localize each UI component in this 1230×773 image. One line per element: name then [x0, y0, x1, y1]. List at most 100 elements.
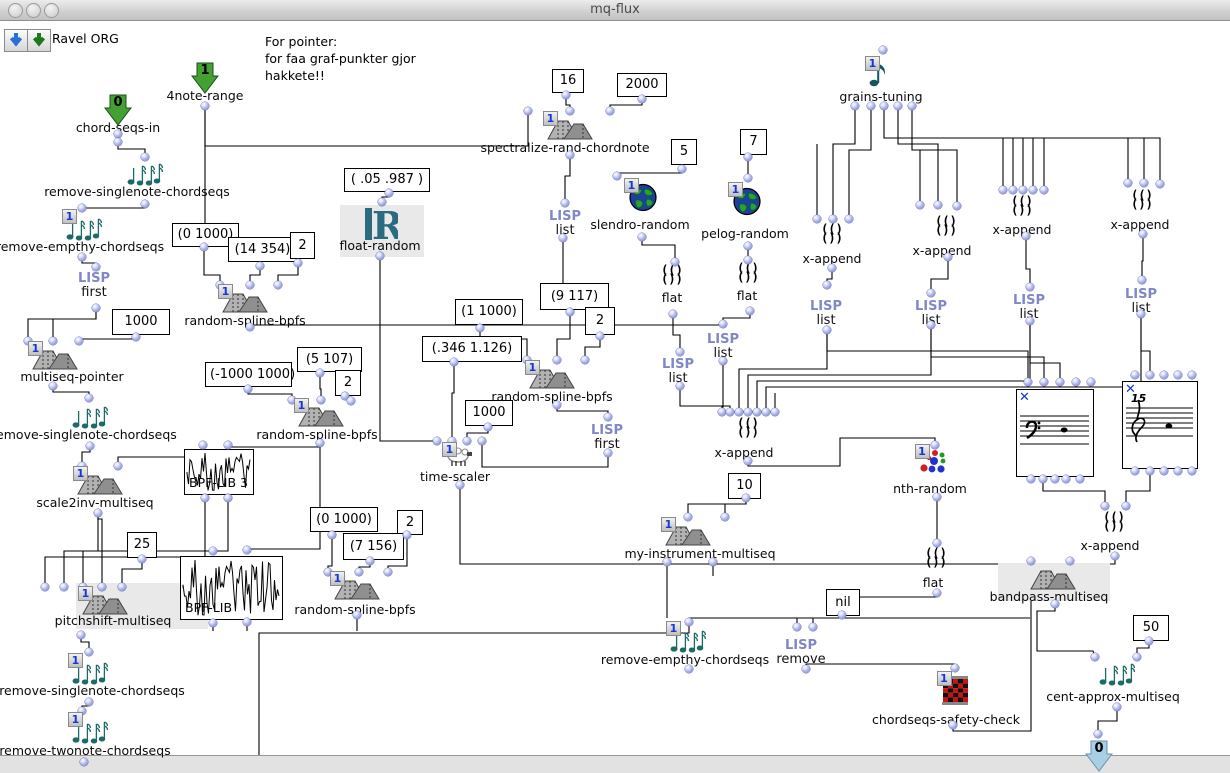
score-view-bass[interactable]: ✕ — [1016, 389, 1094, 477]
port[interactable] — [1022, 232, 1030, 240]
port[interactable] — [378, 198, 386, 206]
port[interactable] — [1094, 730, 1102, 738]
port[interactable] — [744, 256, 752, 264]
eval-badge[interactable]: 1 — [218, 284, 233, 299]
port[interactable] — [671, 258, 679, 266]
port[interactable] — [403, 531, 411, 539]
port[interactable] — [1137, 310, 1145, 318]
eval-badge[interactable]: 1 — [865, 56, 880, 71]
port[interactable] — [771, 408, 779, 416]
port[interactable] — [1188, 371, 1196, 379]
port[interactable] — [353, 611, 361, 619]
port[interactable] — [60, 583, 68, 591]
value-box-val-2-d[interactable]: 2 — [397, 510, 423, 535]
port[interactable] — [78, 204, 86, 212]
port[interactable] — [838, 611, 846, 619]
port[interactable] — [1062, 475, 1070, 483]
node-in-4note-range[interactable]: 1 — [191, 61, 219, 99]
notes-icon[interactable] — [127, 159, 163, 191]
port[interactable] — [829, 215, 837, 223]
port[interactable] — [524, 107, 532, 115]
port[interactable] — [746, 307, 754, 315]
port[interactable] — [604, 413, 612, 421]
port[interactable] — [1146, 371, 1154, 379]
port[interactable] — [845, 215, 853, 223]
port[interactable] — [744, 242, 752, 250]
port[interactable] — [49, 382, 57, 390]
port[interactable] — [1072, 378, 1080, 386]
port[interactable] — [1156, 180, 1164, 188]
port[interactable] — [931, 441, 939, 449]
port[interactable] — [433, 437, 441, 445]
value-box-val-2-a[interactable]: 2 — [290, 232, 315, 259]
save-patch-button[interactable] — [27, 29, 51, 52]
port[interactable] — [916, 201, 924, 209]
port[interactable] — [927, 289, 935, 297]
port[interactable] — [1140, 179, 1148, 187]
eval-badge[interactable]: 1 — [624, 178, 639, 193]
port[interactable] — [1101, 502, 1109, 510]
port[interactable] — [685, 618, 693, 626]
eval-badge[interactable]: 1 — [28, 341, 43, 356]
port[interactable] — [1091, 653, 1099, 661]
port[interactable] — [1024, 378, 1032, 386]
port[interactable] — [478, 437, 486, 445]
value-box-val-9-117[interactable]: (9 117) — [540, 283, 609, 310]
value-box-val-1000-a[interactable]: 1000 — [112, 309, 170, 335]
port[interactable] — [676, 382, 684, 390]
port[interactable] — [246, 323, 254, 331]
port[interactable] — [138, 555, 146, 563]
value-box-val-m1000-1000[interactable]: (-1000 1000) — [205, 362, 292, 387]
port[interactable] — [880, 102, 888, 110]
value-box-val-1-1000[interactable]: (1 1000) — [455, 299, 523, 325]
eval-badge[interactable]: 1 — [543, 111, 558, 126]
port[interactable] — [201, 102, 209, 110]
port[interactable] — [141, 200, 149, 208]
port[interactable] — [813, 215, 821, 223]
port[interactable] — [94, 509, 102, 517]
port[interactable] — [484, 423, 492, 431]
eval-badge[interactable]: 1 — [728, 182, 743, 197]
eval-badge[interactable]: 1 — [525, 360, 540, 375]
ricon-icon[interactable]: R — [362, 203, 398, 249]
port[interactable] — [933, 589, 941, 597]
bpf-lib-box-bpf-lib[interactable]: BPF-LIB — [180, 556, 283, 620]
port[interactable] — [823, 326, 831, 334]
port[interactable] — [1145, 637, 1153, 645]
port[interactable] — [243, 618, 251, 626]
port[interactable] — [566, 151, 574, 159]
value-box-val-5-107[interactable]: (5 107) — [297, 347, 362, 372]
download-button[interactable] — [4, 29, 28, 52]
port[interactable] — [1122, 502, 1130, 510]
eval-badge[interactable]: 1 — [330, 571, 345, 586]
port[interactable] — [201, 494, 209, 502]
port[interactable] — [1139, 230, 1147, 238]
port[interactable] — [742, 494, 750, 502]
eval-badge[interactable]: 1 — [68, 653, 83, 668]
port[interactable] — [719, 357, 727, 365]
port[interactable] — [561, 199, 569, 207]
port[interactable] — [209, 619, 217, 627]
port[interactable] — [1111, 552, 1119, 560]
eval-badge[interactable]: 1 — [666, 621, 681, 636]
port[interactable] — [1051, 600, 1059, 608]
port[interactable] — [709, 558, 717, 566]
eval-badge[interactable]: 1 — [68, 712, 83, 727]
port[interactable] — [86, 442, 94, 450]
score-view-treble[interactable]: ✕15 — [1122, 381, 1198, 469]
port[interactable] — [1138, 276, 1146, 284]
eval-badge[interactable]: 1 — [937, 671, 952, 686]
port[interactable] — [243, 546, 251, 554]
port[interactable] — [867, 102, 875, 110]
port[interactable] — [1188, 467, 1196, 475]
port[interactable] — [256, 262, 264, 270]
port[interactable] — [762, 408, 770, 416]
port[interactable] — [753, 408, 761, 416]
port[interactable] — [274, 281, 282, 289]
value-box-val-14-354[interactable]: (14 354) — [228, 237, 297, 262]
port[interactable] — [224, 494, 232, 502]
port[interactable] — [1026, 283, 1034, 291]
port[interactable] — [132, 333, 140, 341]
port[interactable] — [685, 665, 693, 673]
port[interactable] — [719, 320, 727, 328]
